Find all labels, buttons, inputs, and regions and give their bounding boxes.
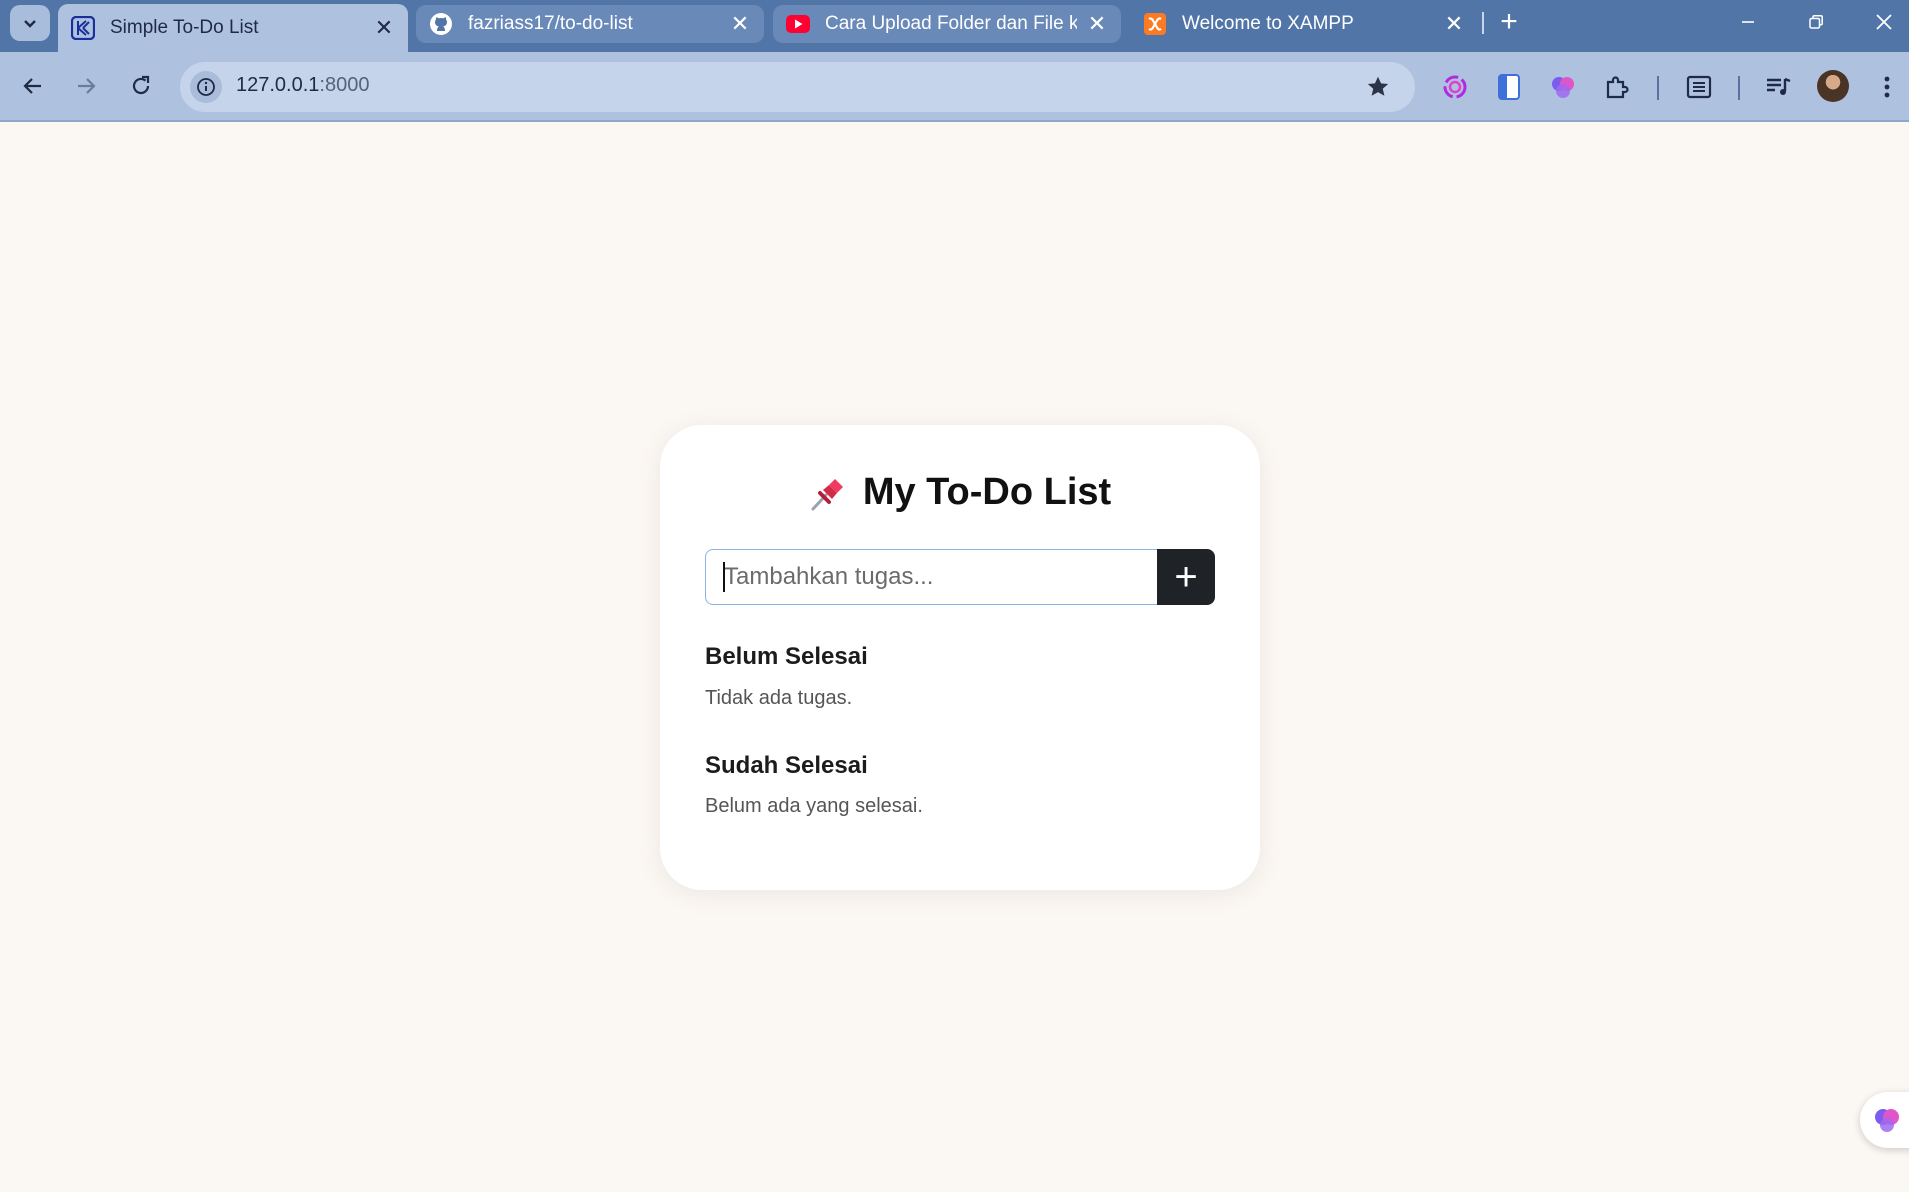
restore-icon bbox=[1809, 15, 1823, 29]
section-heading-pending: Belum Selesai bbox=[705, 643, 868, 670]
arrow-left-icon bbox=[23, 78, 41, 94]
pushpin-icon bbox=[811, 478, 843, 510]
reload-button[interactable] bbox=[121, 66, 161, 106]
extension-brain-icon[interactable] bbox=[1546, 70, 1580, 104]
close-icon bbox=[1876, 14, 1892, 30]
new-tab-button[interactable]: + bbox=[1494, 7, 1524, 38]
reading-list-icon[interactable] bbox=[1682, 70, 1716, 104]
profile-avatar[interactable] bbox=[1817, 70, 1849, 102]
back-button[interactable] bbox=[13, 66, 53, 106]
tab-title: Simple To-Do List bbox=[110, 17, 259, 38]
tab-simple-todo[interactable]: Simple To-Do List ✕ bbox=[58, 4, 408, 52]
close-window-button[interactable] bbox=[1864, 6, 1904, 38]
tab-title: fazriass17/to-do-list bbox=[468, 13, 633, 34]
tab-search-button[interactable] bbox=[10, 5, 50, 41]
extensions-puzzle-icon[interactable] bbox=[1600, 70, 1634, 104]
extension-spiral-icon[interactable] bbox=[1438, 70, 1472, 104]
todo-card: My To-Do List + Belum Selesai Tidak ada … bbox=[660, 425, 1260, 890]
tab-xampp[interactable]: Welcome to XAMPP ✕ bbox=[1130, 5, 1478, 43]
task-input[interactable] bbox=[705, 549, 1159, 605]
close-icon[interactable]: ✕ bbox=[1085, 11, 1109, 36]
toolbar-separator bbox=[1738, 76, 1740, 100]
section-heading-done: Sudah Selesai bbox=[705, 752, 868, 779]
media-controls-icon[interactable] bbox=[1762, 70, 1796, 104]
address-bar[interactable]: 127.0.0.1:8000 bbox=[180, 62, 1415, 112]
extension-page-icon[interactable] bbox=[1492, 70, 1526, 104]
arrow-right-icon bbox=[78, 78, 96, 94]
tab-github[interactable]: fazriass17/to-do-list ✕ bbox=[416, 5, 764, 43]
reload-icon bbox=[132, 75, 150, 95]
add-task-button[interactable]: + bbox=[1157, 549, 1215, 605]
browser-toolbar: 127.0.0.1:8000 bbox=[0, 52, 1909, 122]
close-icon[interactable]: ✕ bbox=[1442, 11, 1466, 36]
url-host: 127.0.0.1 bbox=[236, 74, 320, 96]
github-icon bbox=[428, 11, 454, 37]
close-icon[interactable]: ✕ bbox=[372, 15, 396, 40]
kodein-icon bbox=[70, 15, 96, 41]
tab-youtube[interactable]: Cara Upload Folder dan File ke ✕ bbox=[773, 5, 1121, 43]
brain-icon bbox=[1875, 1109, 1899, 1132]
tab-strip: Simple To-Do List ✕ fazriass17/to-do-lis… bbox=[0, 0, 1909, 52]
page-title: My To-Do List bbox=[660, 471, 1260, 514]
minimize-button[interactable] bbox=[1728, 6, 1768, 38]
url-port: :8000 bbox=[319, 74, 370, 96]
tab-separator bbox=[1482, 12, 1484, 34]
tab-title: Welcome to XAMPP bbox=[1182, 13, 1354, 34]
star-icon[interactable] bbox=[1365, 74, 1391, 100]
minimize-icon bbox=[1742, 21, 1754, 23]
xampp-icon bbox=[1142, 11, 1168, 37]
text-caret bbox=[723, 562, 725, 592]
site-info-icon[interactable] bbox=[190, 71, 222, 103]
done-empty-text: Belum ada yang selesai. bbox=[705, 795, 923, 817]
floating-assistant-button[interactable] bbox=[1860, 1092, 1909, 1148]
app-title: My To-Do List bbox=[862, 471, 1112, 513]
chevron-down-icon bbox=[24, 20, 36, 28]
tab-title: Cara Upload Folder dan File ke bbox=[825, 13, 1077, 34]
close-icon[interactable]: ✕ bbox=[728, 11, 752, 36]
forward-button[interactable] bbox=[66, 66, 106, 106]
restore-button[interactable] bbox=[1796, 6, 1836, 38]
toolbar-separator bbox=[1657, 76, 1659, 100]
add-task-form: + bbox=[705, 549, 1215, 605]
more-menu-icon[interactable] bbox=[1870, 70, 1904, 104]
url-text: 127.0.0.1:8000 bbox=[236, 74, 369, 97]
youtube-icon bbox=[785, 11, 811, 37]
pending-empty-text: Tidak ada tugas. bbox=[705, 687, 853, 709]
